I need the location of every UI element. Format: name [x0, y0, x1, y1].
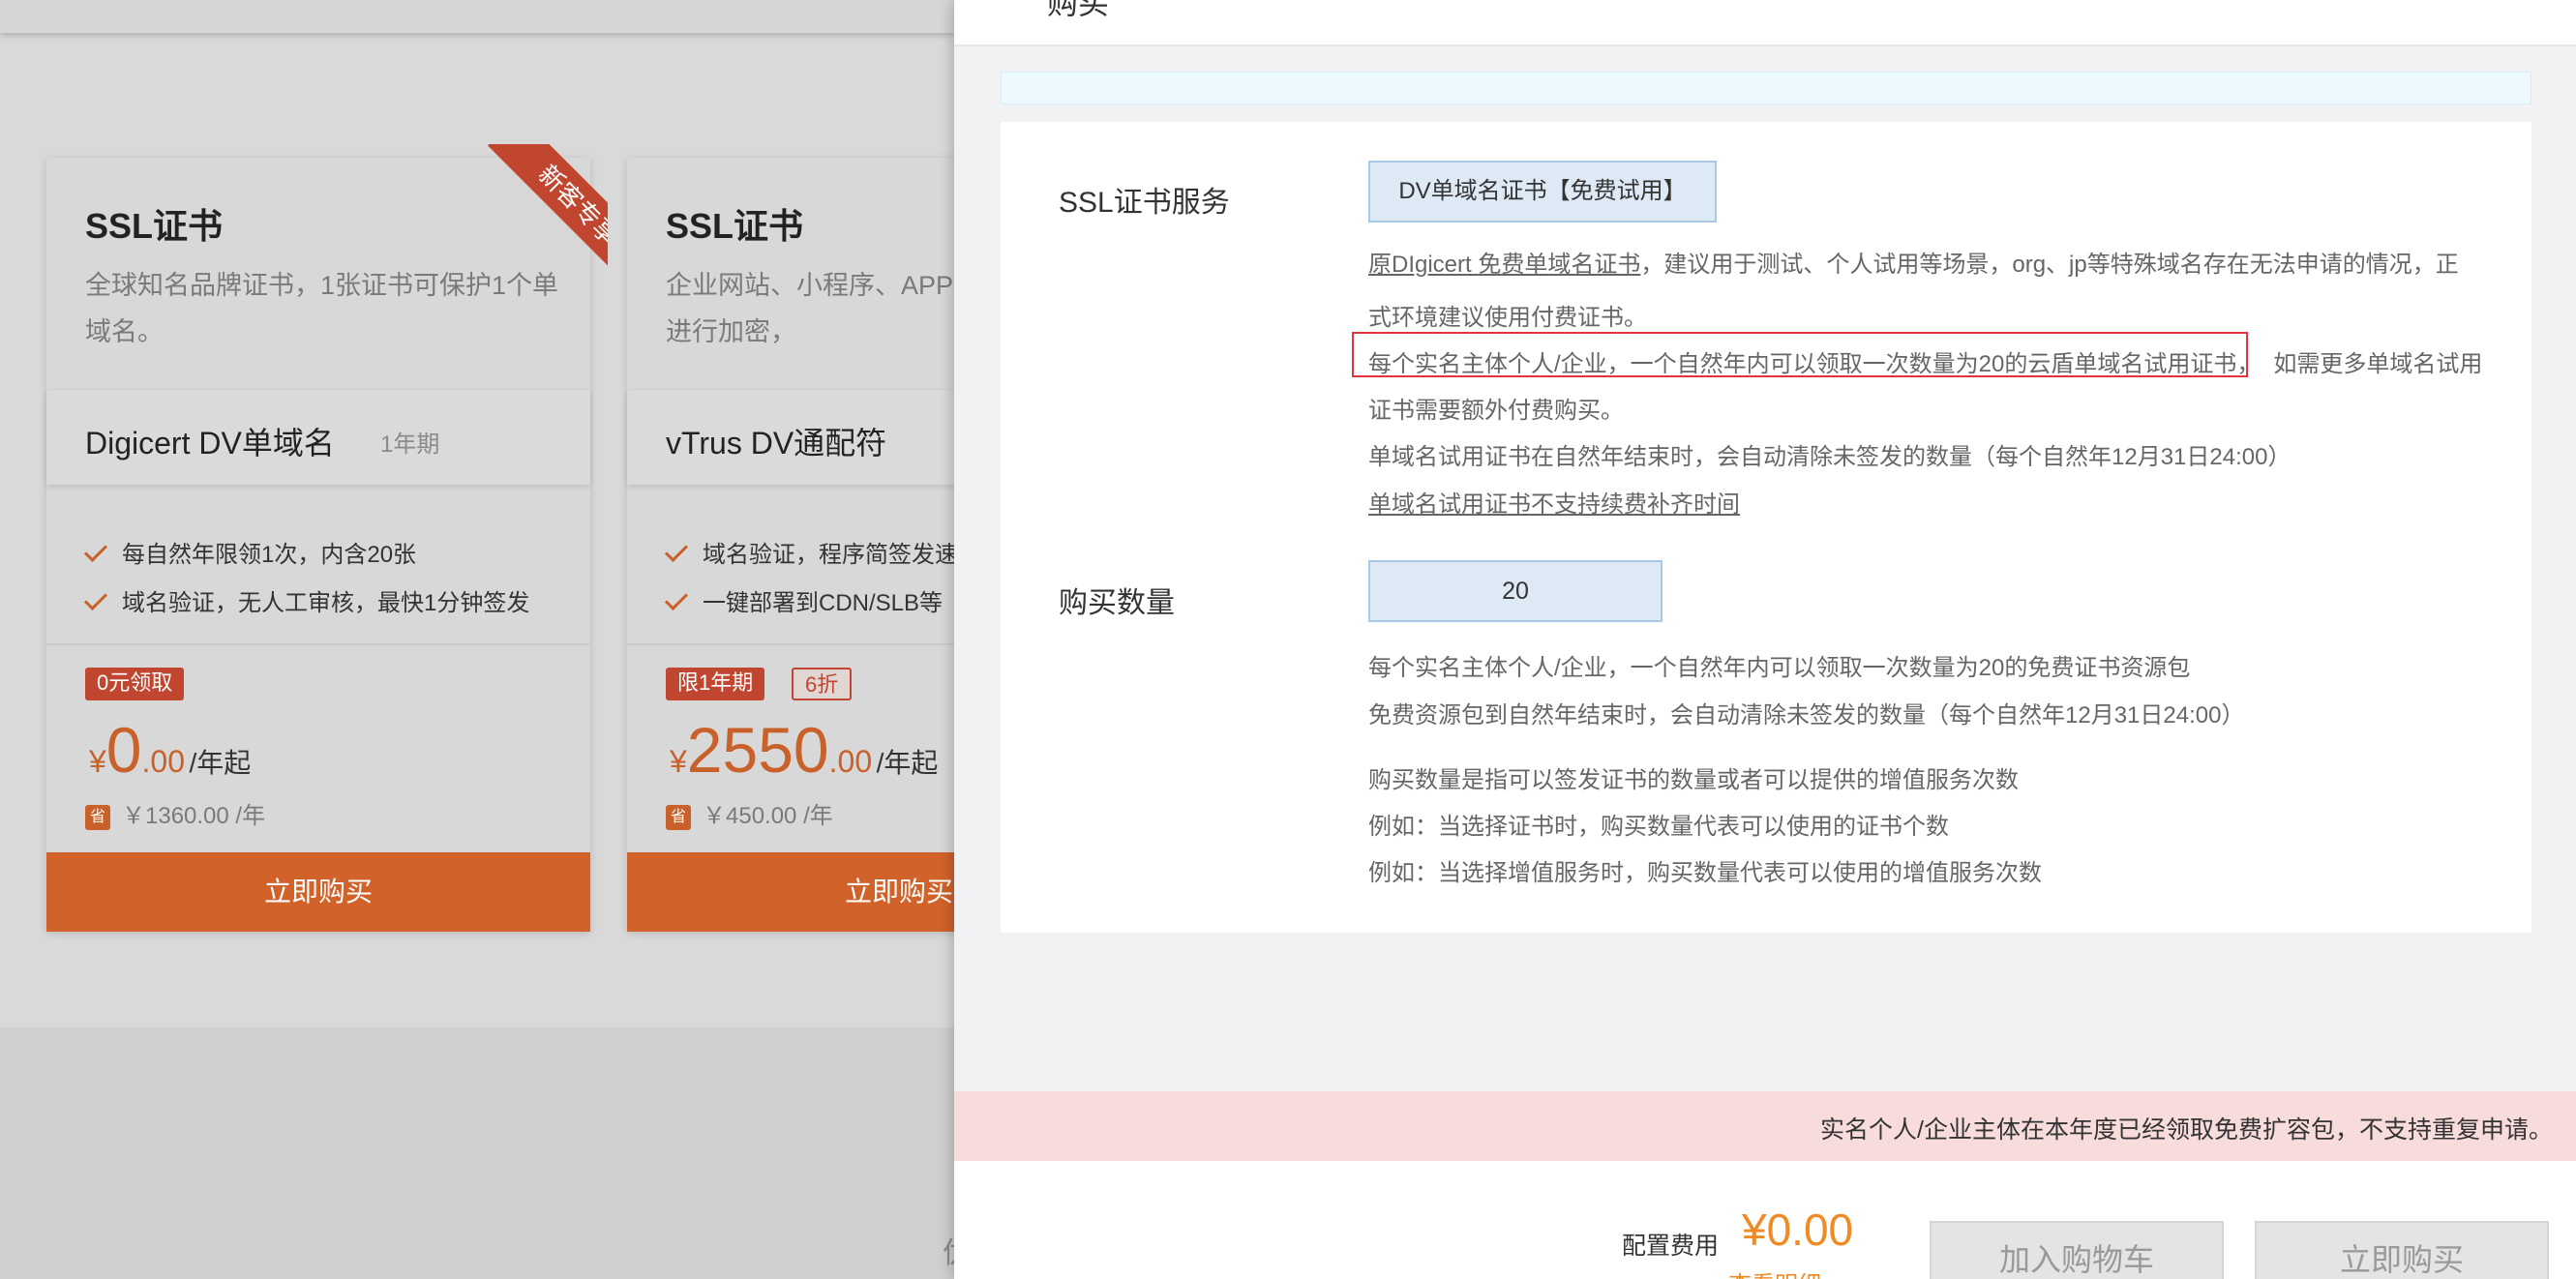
price-decimal: .00 [828, 744, 873, 779]
price-integer: 0 [105, 714, 142, 786]
quantity-help: 每个实名主体个人/企业，一个自然年内可以领取一次数量为20的免费证书资源包 [1368, 655, 2191, 681]
background-footer [0, 1027, 954, 1279]
ssl-service-label: SSL证书服务 [1059, 187, 1230, 219]
quantity-help: 例如：当选择增值服务时，购买数量代表可以使用的增值服务次数 [1368, 860, 2042, 886]
save-icon: 省 [85, 804, 110, 830]
price-unit: /年起 [876, 748, 939, 778]
card-divider [627, 643, 954, 645]
card-product-period: 1年期 [380, 431, 440, 458]
check-icon [83, 538, 108, 563]
card-feature: 域名验证，无人工审核，最快1分钟签发 [83, 583, 530, 617]
help-text: 证书需要额外付费购买。 [1368, 398, 1624, 424]
help-text: 式环境建议使用付费证书。 [1368, 305, 1647, 331]
card-feature-text: 域名验证，无人工审核，最快1分钟签发 [122, 590, 530, 616]
savings-text: ￥450.00 /年 [703, 803, 833, 829]
price-decimal: .00 [141, 744, 185, 779]
buy-now-button[interactable]: 立即购买 [627, 852, 954, 932]
drawer-header: 购买 [954, 0, 2576, 46]
highlight-annotation-box [1352, 332, 2248, 377]
quantity-input[interactable]: 20 [1368, 560, 1662, 622]
help-text: ，建议用于测试、个人试用等场景，org、jp等特殊域名存在无法申请的情况，正 [1640, 252, 2459, 278]
renewal-note-link[interactable]: 单域名试用证书不支持续费补齐时间 [1368, 485, 1740, 519]
error-alert-bar: 实名个人/企业主体在本年度已经领取免费扩容包，不支持重复申请。 [954, 1091, 2576, 1161]
card-feature-text: 每自然年限领1次，内含20张 [122, 542, 417, 568]
card-feature-text: 域名验证，程序简签发速 [703, 542, 954, 568]
card-savings: 省 ￥1360.00 /年 [85, 796, 265, 830]
buy-now-button[interactable]: 立即购买 [2255, 1221, 2549, 1279]
original-cert-link[interactable]: 原DIgicert 免费单域名证书 [1368, 252, 1640, 278]
price-integer: 2550 [686, 714, 829, 786]
checkout-bar: 配置费用 ¥0.00 查看明细 ↓ 加入购物车 立即购买 [954, 1161, 2576, 1279]
card-title: SSL证书 [85, 206, 224, 246]
background-page: 新客专享 SSL证书 全球知名品牌证书，1张证书可保护1个单域名。 Digice… [0, 0, 954, 1279]
fee-amount: ¥0.00 [1742, 1205, 1854, 1255]
save-icon: 省 [666, 804, 691, 830]
product-card-ssl-vtrus[interactable]: SSL证书 企业网站、小程序、APP 产品，对流量进行加密， vTrus DV通… [627, 158, 954, 932]
price-currency: ¥ [89, 744, 106, 779]
card-product-name: Digicert DV单域名 [85, 426, 335, 461]
background-footer-text: 优 [943, 1229, 954, 1271]
promo-badge: 限1年期 [666, 668, 765, 700]
card-feature-text: 一键部署到CDN/SLB等 [703, 590, 944, 616]
purchase-form: SSL证书服务 DV单域名证书【免费试用】 原DIgicert 免费单域名证书，… [1001, 122, 2531, 933]
product-card-ssl-digicert[interactable]: 新客专享 SSL证书 全球知名品牌证书，1张证书可保护1个单域名。 Digice… [46, 144, 608, 932]
discount-badge: 6折 [792, 668, 853, 700]
check-icon [83, 586, 108, 611]
quantity-help: 免费资源包到自然年结束时，会自动清除未签发的数量（每个自然年12月31日24:0… [1368, 702, 2245, 729]
view-details-link[interactable]: 查看明细 ↓ [1728, 1265, 1840, 1279]
promo-badge: 0元领取 [85, 668, 185, 700]
card-feature: 域名验证，程序简签发速 [664, 535, 954, 569]
info-strip [1001, 72, 2531, 104]
price-currency: ¥ [670, 744, 687, 779]
card-product-selector[interactable]: Digicert DV单域名 1年期 [46, 390, 590, 485]
background-topbar [0, 0, 954, 33]
savings-text: ￥1360.00 /年 [122, 803, 266, 829]
check-icon [664, 586, 689, 611]
help-text: 单域名试用证书在自然年结束时，会自动清除未签发的数量（每个自然年12月31日24… [1368, 444, 2291, 470]
card-divider [46, 643, 590, 645]
card-title: SSL证书 [666, 206, 804, 246]
card-price: ¥0.00 /年起 [89, 713, 251, 787]
price-unit: /年起 [189, 748, 252, 778]
ssl-service-select[interactable]: DV单域名证书【免费试用】 [1368, 161, 1717, 223]
purchase-drawer: 购买 SSL证书服务 DV单域名证书【免费试用】 原DIgicert 免费单域名… [954, 0, 2576, 1279]
card-feature: 每自然年限领1次，内含20张 [83, 535, 417, 569]
card-feature: 一键部署到CDN/SLB等 [664, 583, 944, 617]
card-product-name: vTrus DV通配符 [666, 426, 887, 461]
card-description: 全球知名品牌证书，1张证书可保护1个单域名。 [85, 271, 559, 346]
quantity-help: 例如：当选择证书时，购买数量代表可以使用的证书个数 [1368, 814, 1949, 840]
drawer-title: 购买 [1047, 0, 1110, 20]
add-to-cart-button[interactable]: 加入购物车 [1930, 1221, 2224, 1279]
help-text: 如需更多单域名试用 [2273, 351, 2483, 377]
buy-now-button[interactable]: 立即购买 [46, 852, 590, 932]
card-price: ¥2550.00 /年起 [670, 713, 938, 787]
quantity-label: 购买数量 [1059, 587, 1175, 619]
quantity-help: 购买数量是指可以签发证书的数量或者可以提供的增值服务次数 [1368, 767, 2019, 793]
card-savings: 省 ￥450.00 /年 [666, 796, 833, 830]
card-product-selector[interactable]: vTrus DV通配符 [627, 390, 954, 485]
check-icon [664, 538, 689, 563]
card-description: 企业网站、小程序、APP 产品，对流量进行加密， [666, 271, 954, 346]
fee-label: 配置费用 [1622, 1233, 1720, 1260]
ssl-service-help: 原DIgicert 免费单域名证书，建议用于测试、个人试用等场景，org、jp等… [1368, 242, 2501, 288]
alert-message: 实名个人/企业主体在本年度已经领取免费扩容包，不支持重复申请。 [1820, 1116, 2553, 1144]
renewal-note-link-text[interactable]: 单域名试用证书不支持续费补齐时间 [1368, 491, 1740, 518]
